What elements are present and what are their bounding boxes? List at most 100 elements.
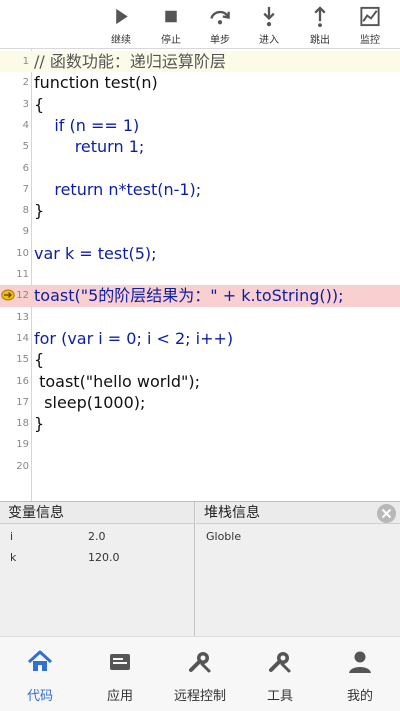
nav-label: 远程控制 xyxy=(173,689,226,704)
code-line[interactable]: 6 xyxy=(0,158,400,179)
code-text: for (var i = 0; i < 2; i++) xyxy=(34,328,234,348)
code-line[interactable]: 7 return n*test(n-1); xyxy=(0,179,400,200)
code-text: var k = test(5); xyxy=(34,243,157,263)
home-icon xyxy=(27,650,53,671)
line-number: 20 xyxy=(16,460,29,472)
monitor-label: 监控 xyxy=(360,35,380,46)
code-line[interactable]: 14 for (var i = 0; i < 2; i++) xyxy=(0,328,400,349)
code-line[interactable]: 10 var k = test(5); xyxy=(0,243,400,264)
monitor-chart-icon xyxy=(360,6,380,27)
code-text: } xyxy=(34,414,45,434)
code-text: // 函数功能：递归运算阶层 xyxy=(34,52,226,71)
line-number: 17 xyxy=(16,396,29,408)
line-number: 18 xyxy=(16,418,29,430)
code-line[interactable]: 20 xyxy=(0,456,400,477)
variable-row[interactable]: i 2.0 xyxy=(0,526,195,546)
line-number: 11 xyxy=(16,269,29,280)
line-number: 13 xyxy=(16,311,29,323)
stop-label: 停止 xyxy=(161,35,181,46)
code-line[interactable]: 1 // 函数功能：递归运算阶层 xyxy=(0,51,400,73)
stack-panel: 堆栈信息 Globle xyxy=(196,502,400,637)
nav-item-code[interactable]: 代码 xyxy=(0,637,80,711)
code-text: return 1; xyxy=(34,137,145,157)
line-number: 5 xyxy=(22,141,29,153)
code-text: sleep(1000); xyxy=(34,392,146,412)
nav-item-tools[interactable]: 工具 xyxy=(240,637,320,711)
line-number: 7 xyxy=(22,183,29,195)
line-number: 3 xyxy=(22,98,29,110)
line-number: 9 xyxy=(22,226,29,238)
nav-item-me[interactable]: 我的 xyxy=(320,637,400,711)
variables-panel: 变量信息 i 2.0 k 120.0 xyxy=(0,502,195,637)
continue-label: 继续 xyxy=(111,35,131,46)
line-number: 8 xyxy=(22,205,29,217)
step-into-icon xyxy=(263,6,275,27)
line-number: 2 xyxy=(22,77,29,89)
nav-item-remote-control[interactable]: 远程控制 xyxy=(160,637,240,711)
code-line[interactable]: 17 sleep(1000); xyxy=(0,392,400,413)
code-line[interactable]: 11 xyxy=(0,264,400,285)
line-number: 16 xyxy=(16,375,29,387)
variables-panel-title: 变量信息 xyxy=(0,502,194,524)
code-line[interactable]: 15 { xyxy=(0,349,400,370)
close-panel-button[interactable] xyxy=(377,504,396,523)
code-line[interactable]: 2 function test(n) xyxy=(0,72,400,93)
stack-frame[interactable]: Globle xyxy=(206,530,241,543)
monitor-button[interactable]: 监控 xyxy=(350,2,390,46)
continue-button[interactable]: 继续 xyxy=(101,2,141,46)
debug-panels: 变量信息 i 2.0 k 120.0 堆栈信息 Globle xyxy=(0,501,400,637)
variable-value: 120.0 xyxy=(88,551,120,564)
tools-icon xyxy=(269,652,291,673)
code-line[interactable]: 8 } xyxy=(0,200,400,221)
nav-label: 代码 xyxy=(26,689,53,704)
code-text: function test(n) xyxy=(34,73,158,93)
current-execution-line[interactable]: 12 toast("5的阶层结果为：" + k.toString()); xyxy=(0,285,400,307)
code-text: toast("hello world"); xyxy=(34,371,200,391)
variable-row[interactable]: k 120.0 xyxy=(0,547,195,567)
nav-item-apps[interactable]: 应用 xyxy=(80,637,160,711)
step-over-label: 单步 xyxy=(210,35,230,46)
code-text: } xyxy=(34,201,45,221)
code-text: return n*test(n-1); xyxy=(34,179,202,199)
line-number: 10 xyxy=(16,247,29,259)
line-number: 14 xyxy=(16,332,29,344)
code-line[interactable]: 9 xyxy=(0,221,400,242)
line-number: 4 xyxy=(22,119,29,131)
code-line[interactable]: 16 toast("hello world"); xyxy=(0,371,400,392)
code-line[interactable]: 5 return 1; xyxy=(0,136,400,157)
user-icon xyxy=(349,651,371,673)
step-into-label: 进入 xyxy=(259,35,279,46)
code-editor[interactable]: 1 // 函数功能：递归运算阶层 2 function test(n) 3 { … xyxy=(0,49,400,501)
line-number: 19 xyxy=(16,439,29,451)
step-out-button[interactable]: 跳出 xyxy=(300,2,340,46)
remote-control-icon xyxy=(189,652,211,673)
close-icon xyxy=(381,508,392,519)
nav-label: 工具 xyxy=(266,689,293,704)
nav-label: 应用 xyxy=(106,689,133,704)
code-line[interactable]: 3 { xyxy=(0,94,400,115)
code-text: { xyxy=(34,350,45,370)
bottom-navigation: 代码 应用 远程控制 工具 我的 xyxy=(0,636,400,711)
stack-panel-title: 堆栈信息 xyxy=(196,502,400,524)
code-line[interactable]: 4 if (n == 1) xyxy=(0,115,400,136)
nav-label: 我的 xyxy=(346,689,373,704)
stop-button[interactable]: 停止 xyxy=(151,2,191,46)
code-line[interactable]: 18 } xyxy=(0,413,400,434)
app-icon xyxy=(110,654,130,670)
step-over-icon xyxy=(210,10,230,25)
variable-name: i xyxy=(10,530,14,543)
code-line[interactable]: 13 xyxy=(0,307,400,328)
play-icon xyxy=(116,8,128,25)
step-over-button[interactable]: 单步 xyxy=(200,2,240,46)
line-number: 15 xyxy=(16,354,29,366)
step-into-button[interactable]: 进入 xyxy=(249,2,289,46)
line-number: 12 xyxy=(16,290,29,302)
line-number: 6 xyxy=(22,162,29,174)
variable-name: k xyxy=(10,551,17,564)
variable-value: 2.0 xyxy=(88,530,106,543)
code-text: toast("5的阶层结果为：" + k.toString()); xyxy=(34,286,344,306)
code-line[interactable]: 19 xyxy=(0,434,400,455)
step-out-label: 跳出 xyxy=(310,35,330,46)
stop-icon xyxy=(165,10,177,23)
code-text: { xyxy=(34,94,45,114)
